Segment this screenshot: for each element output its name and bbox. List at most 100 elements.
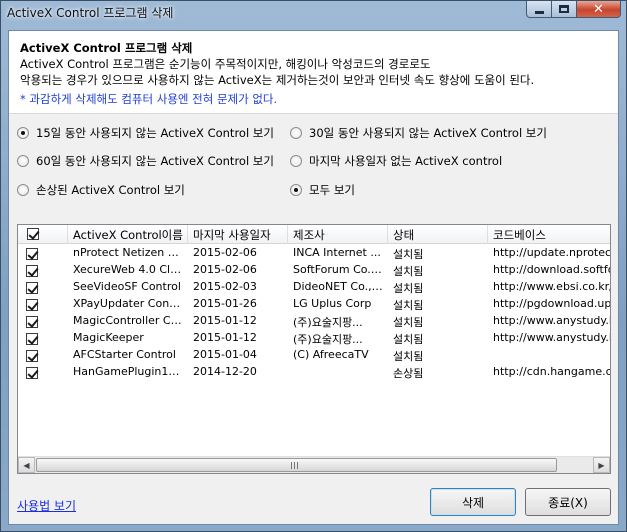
column-header-vendor[interactable]: 제조사 bbox=[288, 225, 388, 244]
table-row[interactable]: XPayUpdater Control 2015-01-26 LG Uplus … bbox=[18, 296, 611, 313]
filter-label: 손상된 ActiveX Control 보기 bbox=[36, 183, 185, 197]
cell-status: 설치됨 bbox=[393, 299, 424, 312]
radio-button[interactable] bbox=[290, 127, 302, 139]
scroll-right-button[interactable]: ▶ bbox=[593, 457, 610, 473]
column-header-status[interactable]: 상태 bbox=[388, 225, 488, 244]
title-bar[interactable]: ActiveX Control 프로그램 삭제 ✕ bbox=[1, 1, 626, 23]
cell-vendor: (주)요술지팡... bbox=[293, 316, 363, 329]
close-window-button[interactable]: ✕ bbox=[577, 1, 621, 18]
cell-status: 설치됨 bbox=[393, 265, 424, 278]
cell-name: XecureWeb 4.0 Clie... bbox=[73, 263, 188, 276]
notice-text: * 과감하게 삭제해도 컴퓨터 사용엔 전혀 문제가 없다. bbox=[20, 92, 278, 106]
row-check-cell bbox=[18, 245, 68, 262]
close-icon: ✕ bbox=[593, 1, 604, 17]
cell-codebase: http://www.anystudy.kr/ bbox=[493, 314, 611, 327]
cell-date: 2015-02-06 bbox=[193, 246, 257, 259]
filter-60-days[interactable]: 60일 동안 사용되지 않는 ActiveX Control 보기 bbox=[17, 153, 274, 169]
cell-status: 설치됨 bbox=[393, 248, 424, 261]
grip-icon bbox=[291, 462, 299, 469]
cell-date: 2015-01-26 bbox=[193, 297, 257, 310]
row-checkbox[interactable] bbox=[26, 367, 38, 379]
select-all-column[interactable] bbox=[18, 225, 68, 244]
table-row[interactable]: HanGamePlugin19 C... 2014-12-20 손상됨 http… bbox=[18, 364, 611, 381]
caption-buttons: ✕ bbox=[526, 1, 621, 19]
cell-vendor: LG Uplus Corp bbox=[293, 297, 372, 310]
cell-status: 손상됨 bbox=[393, 367, 424, 380]
scrollbar-thumb[interactable] bbox=[36, 458, 557, 472]
cell-codebase bbox=[488, 347, 610, 364]
cell-date: 2015-01-04 bbox=[193, 348, 257, 361]
cell-vendor: (C) AfreecaTV bbox=[293, 348, 369, 361]
cell-name: HanGamePlugin19 C... bbox=[73, 365, 188, 378]
row-checkbox[interactable] bbox=[26, 248, 38, 260]
activex-list[interactable]: ActiveX Control이름 마지막 사용일자 제조사 상태 코드베이스 … bbox=[17, 224, 611, 474]
filter-label: 15일 동안 사용되지 않는 ActiveX Control 보기 bbox=[36, 126, 274, 140]
cell-status: 설치됨 bbox=[393, 350, 424, 363]
cell-codebase: http://cdn.hangame.com/ bbox=[493, 365, 611, 378]
radio-button[interactable] bbox=[17, 184, 29, 196]
cell-name: MagicKeeper bbox=[73, 331, 144, 344]
cell-codebase: http://pgdownload.uplus.co.kr/ bbox=[493, 297, 611, 310]
cell-date: 2015-02-06 bbox=[193, 263, 257, 276]
cell-vendor: SoftForum Co.,... bbox=[293, 263, 385, 276]
scroll-left-button[interactable]: ◀ bbox=[18, 457, 35, 473]
column-header-date[interactable]: 마지막 사용일자 bbox=[188, 225, 288, 244]
table-row[interactable]: AFCStarter Control 2015-01-04 (C) Afreec… bbox=[18, 347, 610, 364]
description-panel: ActiveX Control 프로그램 삭제 ActiveX Control … bbox=[9, 31, 618, 114]
column-header-codebase[interactable]: 코드베이스 bbox=[488, 225, 610, 244]
filter-label: 모두 보기 bbox=[309, 183, 355, 197]
radio-button[interactable] bbox=[290, 155, 302, 167]
description-line-1: ActiveX Control 프로그램은 순기능이 주목적이지만, 해킹이나 … bbox=[20, 57, 431, 71]
cell-status: 설치됨 bbox=[393, 316, 424, 329]
column-header-name[interactable]: ActiveX Control이름 bbox=[68, 225, 188, 244]
delete-button[interactable]: 삭제 bbox=[430, 488, 516, 516]
table-row[interactable]: nProtect Netizen v5.5 2015-02-06 INCA In… bbox=[18, 245, 610, 262]
row-check-cell bbox=[18, 313, 68, 330]
cell-date: 2015-01-12 bbox=[193, 314, 257, 327]
row-check-cell bbox=[18, 364, 68, 381]
maximize-button[interactable] bbox=[552, 1, 577, 18]
row-check-cell bbox=[18, 279, 68, 296]
chevron-left-icon: ◀ bbox=[23, 460, 30, 470]
cell-status: 설치됨 bbox=[393, 282, 424, 295]
dialog-body: ActiveX Control 프로그램 삭제 ActiveX Control … bbox=[8, 30, 619, 525]
row-checkbox[interactable] bbox=[26, 299, 38, 311]
table-row[interactable]: MagicController Con... 2015-01-12 (주)요술지… bbox=[18, 313, 611, 330]
app-window: ActiveX Control 프로그램 삭제 ✕ ActiveX Contro… bbox=[0, 0, 627, 532]
row-check-cell bbox=[18, 262, 68, 279]
minimize-button[interactable] bbox=[526, 1, 552, 18]
filter-15-days[interactable]: 15일 동안 사용되지 않는 ActiveX Control 보기 bbox=[17, 125, 274, 141]
radio-button[interactable] bbox=[290, 184, 302, 196]
select-all-checkbox[interactable] bbox=[27, 228, 39, 240]
help-link[interactable]: 사용법 보기 bbox=[17, 497, 76, 514]
radio-button[interactable] bbox=[17, 155, 29, 167]
filter-no-last-used[interactable]: 마지막 사용일자 없는 ActiveX control bbox=[290, 153, 502, 169]
description-line-2: 악용되는 경우가 있으므로 사용하지 않는 ActiveX는 제거하는것이 보안… bbox=[20, 73, 535, 87]
filter-damaged[interactable]: 손상된 ActiveX Control 보기 bbox=[17, 182, 185, 198]
filter-label: 30일 동안 사용되지 않는 ActiveX Control 보기 bbox=[309, 126, 547, 140]
chevron-right-icon: ▶ bbox=[598, 460, 605, 470]
row-checkbox[interactable] bbox=[26, 316, 38, 328]
cell-name: XPayUpdater Control bbox=[73, 297, 188, 310]
maximize-icon bbox=[559, 5, 569, 13]
table-row[interactable]: MagicKeeper 2015-01-12 (주)요술지팡... 설치됨 ht… bbox=[18, 330, 610, 347]
exit-button[interactable]: 종료(X) bbox=[525, 488, 611, 516]
table-row[interactable]: SeeVideoSF Control 2015-02-03 DideoNET C… bbox=[18, 279, 610, 296]
row-checkbox[interactable] bbox=[26, 265, 38, 277]
dialog-heading: ActiveX Control 프로그램 삭제 bbox=[20, 41, 193, 55]
cell-date: 2015-02-03 bbox=[193, 280, 257, 293]
cell-codebase: http://www.ebsi.co.kr/ebs/ bbox=[493, 280, 610, 293]
row-check-cell bbox=[18, 330, 68, 347]
filter-30-days[interactable]: 30일 동안 사용되지 않는 ActiveX Control 보기 bbox=[290, 125, 547, 141]
cell-name: AFCStarter Control bbox=[73, 348, 176, 361]
filter-label: 60일 동안 사용되지 않는 ActiveX Control 보기 bbox=[36, 154, 274, 168]
row-check-cell bbox=[18, 296, 68, 313]
row-checkbox[interactable] bbox=[26, 282, 38, 294]
filter-show-all[interactable]: 모두 보기 bbox=[290, 182, 355, 198]
table-row[interactable]: XecureWeb 4.0 Clie... 2015-02-06 SoftFor… bbox=[18, 262, 610, 279]
row-checkbox[interactable] bbox=[26, 350, 38, 362]
horizontal-scrollbar[interactable]: ◀ ▶ bbox=[18, 456, 610, 473]
row-checkbox[interactable] bbox=[26, 333, 38, 345]
cell-name: MagicController Con... bbox=[73, 314, 188, 327]
radio-button[interactable] bbox=[17, 127, 29, 139]
